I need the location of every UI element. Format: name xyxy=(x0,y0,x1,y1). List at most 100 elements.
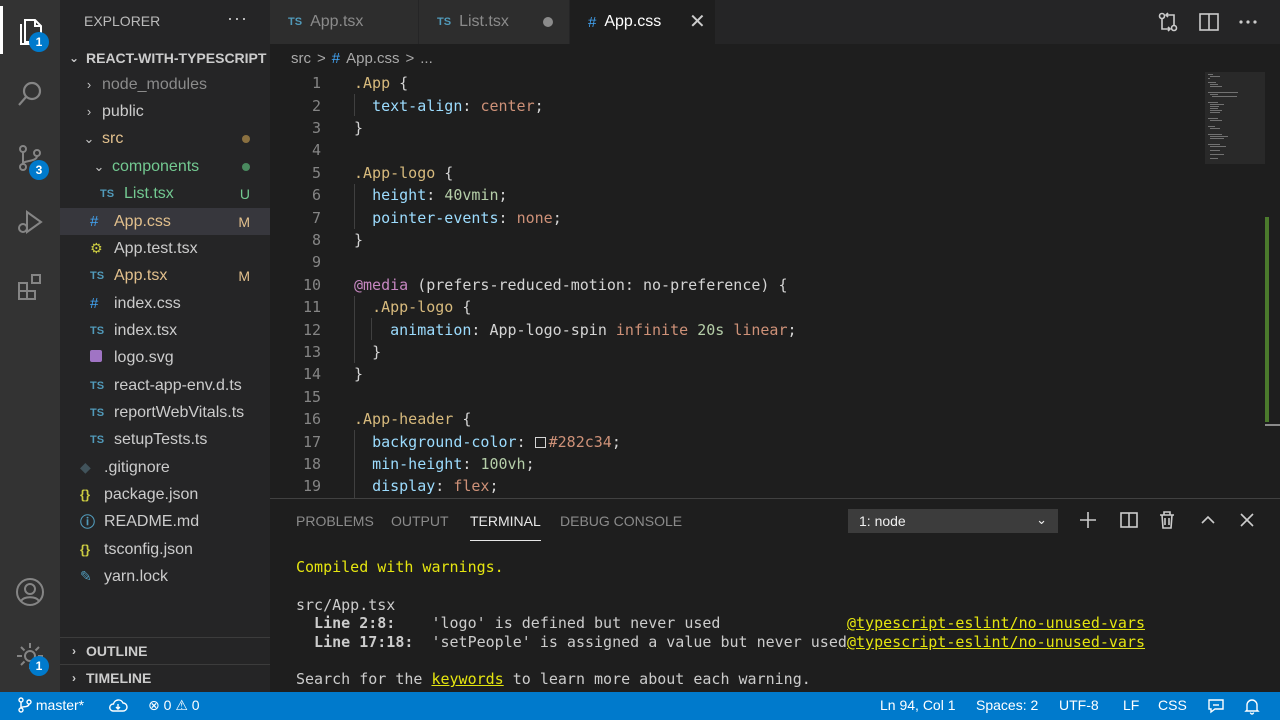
css-value: 100vh xyxy=(480,454,526,473)
split-terminal-icon[interactable] xyxy=(1118,509,1140,531)
typescript-file-icon: TS xyxy=(288,16,303,28)
tree-item-setup-tests[interactable]: TS setupTests.ts xyxy=(60,426,270,453)
tree-item-tsconfig[interactable]: {} tsconfig.json xyxy=(60,536,270,563)
code-line: 14} xyxy=(270,363,363,385)
tree-item-gitignore[interactable]: ◆ .gitignore xyxy=(60,454,270,481)
modified-dot-icon xyxy=(242,135,250,143)
tab-output[interactable]: OUTPUT xyxy=(391,513,449,541)
code-editor[interactable]: 1 .App { 2 text-align: center; 3} 4 5 .App… xyxy=(270,72,1280,498)
cursor-position[interactable]: Ln 94, Col 1 xyxy=(880,697,956,713)
breadcrumb-folder[interactable]: src xyxy=(291,50,311,67)
code-line: 5 .App-logo { xyxy=(270,162,453,184)
tree-item-yarn-lock[interactable]: ✎ yarn.lock xyxy=(60,563,270,590)
terminal-compiled-line: Compiled with warnings. xyxy=(296,558,504,576)
extensions-activity-button[interactable] xyxy=(0,258,60,314)
eol-status[interactable]: LF xyxy=(1123,697,1139,713)
terminal-warning-line: Line 2:8: 'logo' is defined but never us… xyxy=(296,614,720,632)
explorer-activity-button[interactable]: 1 xyxy=(0,2,60,58)
tree-item-src[interactable]: ⌄ src xyxy=(60,125,270,152)
breadcrumb-file[interactable]: App.css xyxy=(346,50,399,67)
css-property: animation xyxy=(390,320,472,339)
line-number: 4 xyxy=(311,141,321,160)
new-terminal-icon[interactable] xyxy=(1077,509,1099,531)
run-debug-icon xyxy=(18,210,43,234)
problems-status[interactable]: ⊗ 0 ⚠ 0 xyxy=(148,697,200,714)
split-editor-icon[interactable] xyxy=(1197,10,1221,34)
branch-name: master* xyxy=(35,697,85,713)
tab-app-tsx[interactable]: TS App.tsx xyxy=(270,0,418,44)
search-activity-button[interactable] xyxy=(0,66,60,122)
typescript-file-icon: TS xyxy=(90,379,105,392)
breadcrumb-more[interactable]: ... xyxy=(420,50,433,67)
minimap[interactable] xyxy=(1205,72,1265,172)
tree-item-app-tsx[interactable]: TS App.tsx M xyxy=(60,262,270,289)
status-bar: master* ⊗ 0 ⚠ 0 Ln 94, Col 1 Spaces: 2 U… xyxy=(0,692,1280,720)
color-swatch-icon[interactable] xyxy=(534,436,546,448)
css-property: height xyxy=(372,186,427,205)
code-line: 19 display: flex; xyxy=(270,475,499,497)
tree-item-app-test-tsx[interactable]: ⚙ App.test.tsx xyxy=(60,235,270,262)
tree-item-index-tsx[interactable]: TS index.tsx xyxy=(60,317,270,344)
css-property: text-align xyxy=(372,96,463,115)
accounts-activity-button[interactable] xyxy=(0,564,60,620)
terminal-select[interactable]: 1: node ⌄ xyxy=(848,509,1058,533)
css-selector: .App-header xyxy=(354,410,454,429)
css-selector: .App xyxy=(354,74,391,93)
close-panel-icon[interactable] xyxy=(1236,509,1258,531)
sync-cloud-icon[interactable] xyxy=(108,698,128,714)
typescript-file-icon: TS xyxy=(90,324,105,337)
tree-item-label: App.test.tsx xyxy=(114,239,198,257)
tree-item-react-app-env[interactable]: TS react-app-env.d.ts xyxy=(60,372,270,399)
line-number: 8 xyxy=(311,230,321,249)
tab-app-css[interactable]: # App.css ✕ xyxy=(570,0,715,44)
tree-item-readme[interactable]: ⓘ README.md xyxy=(60,508,270,535)
language-mode[interactable]: CSS xyxy=(1158,697,1187,713)
tree-item-index-css[interactable]: # index.css xyxy=(60,290,270,317)
maximize-panel-icon[interactable] xyxy=(1197,509,1219,531)
tree-item-app-css[interactable]: # App.css M xyxy=(60,208,270,235)
css-property: display xyxy=(372,477,436,496)
bell-icon[interactable] xyxy=(1244,697,1260,715)
close-icon[interactable]: ✕ xyxy=(689,9,706,34)
tree-item-package-json[interactable]: {} package.json xyxy=(60,481,270,508)
eslint-rule-link[interactable]: @typescript-eslint/no-unused-vars xyxy=(847,614,1145,632)
code-line: 16 .App-header { xyxy=(270,408,471,430)
tree-item-logo-svg[interactable]: logo.svg xyxy=(60,344,270,371)
keywords-link[interactable]: keywords xyxy=(431,670,503,688)
open-changes-icon[interactable] xyxy=(1156,10,1180,34)
more-actions-icon[interactable] xyxy=(1236,10,1260,34)
tree-item-node-modules[interactable]: › node_modules xyxy=(60,71,270,98)
tab-terminal[interactable]: TERMINAL xyxy=(470,513,541,541)
trash-icon[interactable] xyxy=(1156,509,1178,531)
eslint-rule-link[interactable]: @typescript-eslint/no-unused-vars xyxy=(847,633,1145,651)
tree-item-list-tsx[interactable]: TS List.tsx U xyxy=(60,180,270,207)
json-file-icon: {} xyxy=(80,487,91,502)
unsaved-dot-icon[interactable] xyxy=(543,17,553,27)
code-line: 17 background-color: #282c34; xyxy=(270,430,621,452)
chevron-down-icon: ⌄ xyxy=(93,158,105,174)
run-debug-activity-button[interactable] xyxy=(0,194,60,250)
tree-item-label: public xyxy=(102,102,144,120)
tree-item-public[interactable]: › public xyxy=(60,98,270,125)
encoding-status[interactable]: UTF-8 xyxy=(1059,697,1099,713)
tab-list-tsx[interactable]: TS List.tsx xyxy=(419,0,569,44)
outline-section-header[interactable]: › OUTLINE xyxy=(60,637,270,664)
scroll-position-marker xyxy=(1265,424,1280,426)
tree-item-report-web-vitals[interactable]: TS reportWebVitals.ts xyxy=(60,399,270,426)
tab-problems[interactable]: PROBLEMS xyxy=(296,513,374,541)
manage-activity-button[interactable]: 1 xyxy=(0,628,60,684)
explorer-more-actions-button[interactable]: ··· xyxy=(227,8,248,29)
source-control-activity-button[interactable]: 3 xyxy=(0,130,60,186)
tab-debug-console[interactable]: DEBUG CONSOLE xyxy=(560,513,682,541)
timeline-section-header[interactable]: › TIMELINE xyxy=(60,664,270,691)
indentation-status[interactable]: Spaces: 2 xyxy=(976,697,1038,713)
editor-scrollbar[interactable] xyxy=(1265,72,1280,498)
typescript-file-icon: TS xyxy=(90,406,105,419)
tree-item-components[interactable]: ⌄ components xyxy=(60,153,270,180)
code-line: 13 } xyxy=(270,341,381,363)
feedback-icon[interactable] xyxy=(1207,698,1225,714)
project-section-header[interactable]: ⌄ REACT-WITH-TYPESCRIPT xyxy=(60,44,270,71)
branch-status[interactable]: master* xyxy=(18,697,84,713)
code-punct: { xyxy=(435,163,454,182)
git-status-badge: M xyxy=(238,267,250,284)
